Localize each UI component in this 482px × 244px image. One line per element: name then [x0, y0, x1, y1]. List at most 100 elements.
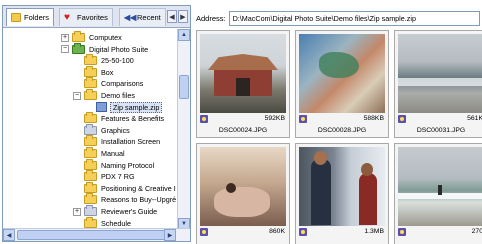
tree-horizontal-scrollbar[interactable]: ◀ ▶ — [3, 228, 190, 241]
tree-item[interactable]: Manual — [73, 147, 125, 159]
folder-icon — [84, 181, 97, 193]
collapse-icon[interactable]: − — [61, 45, 69, 54]
tree-item-label: Box — [101, 67, 114, 77]
tree-item[interactable]: Zip sample.zip — [85, 101, 163, 113]
tab-folders-label: Folders — [24, 13, 50, 22]
photo-thumbnail — [200, 34, 286, 113]
thumbnail-card[interactable]: 860K — [196, 143, 290, 244]
photo-thumbnail — [299, 147, 385, 226]
tree-item[interactable]: + Computex — [61, 31, 122, 43]
thumbnail-meta: 588KB — [296, 115, 388, 125]
tree-vertical-scrollbar[interactable]: ▲ ▼ — [177, 29, 190, 230]
folder-icon — [84, 158, 97, 170]
tree-item-label: Graphics — [101, 125, 130, 135]
file-name: DSC00028.JPG — [317, 127, 367, 134]
tree-item[interactable]: − Demo files — [73, 89, 135, 101]
tree-item-label: Computex — [89, 33, 122, 42]
tree-item-label: Schedule — [101, 218, 131, 228]
tree-item-label: Installation Screen — [101, 137, 161, 147]
folder-icon — [72, 31, 85, 42]
file-size: 270 — [471, 228, 482, 235]
thumbnail-meta: 561K — [395, 115, 482, 125]
image-type-icon — [299, 115, 307, 123]
photo-thumbnail — [299, 34, 385, 113]
tree-item[interactable]: Comparisons — [73, 77, 144, 89]
thumbnail-card[interactable]: 592KB DSC00024.JPG — [196, 30, 290, 138]
folder-tree: + Computex − Digital Photo Suite 25-50-100 Bo… — [3, 29, 179, 230]
thumbnail-card[interactable]: 1.3MB — [295, 143, 389, 244]
heart-icon: ♥ — [64, 12, 70, 23]
file-size: 592KB — [264, 115, 285, 122]
image-type-icon — [398, 228, 406, 236]
tree-item[interactable]: Reasons to Buy--Upgré — [73, 193, 177, 205]
file-name: DSC00024.JPG — [218, 127, 268, 134]
folder-icon — [84, 112, 97, 124]
tree-item-label: Digital Photo Suite — [89, 44, 149, 54]
tree-item-label: Features & Benefits — [101, 114, 165, 124]
folder-icon — [84, 65, 97, 77]
thumbnail-grid: 592KB DSC00024.JPG 588KB DSC00028.JPG 561K DS… — [196, 30, 482, 244]
tree-item-label: Naming Protocol — [101, 160, 155, 170]
tree-item-label: Comparisons — [101, 79, 144, 89]
tree-item[interactable]: 25-50-100 — [73, 54, 134, 66]
address-bar: Address: D:\MacCom\Digital Photo Suite\D… — [196, 10, 480, 26]
image-type-icon — [200, 228, 208, 236]
scroll-right-button[interactable]: ▶ — [164, 229, 176, 241]
tab-folders[interactable]: Folders — [6, 8, 55, 26]
collapse-icon[interactable]: − — [73, 91, 81, 100]
folder-icon — [72, 42, 85, 54]
tree-item-label: PDX 7 RG — [101, 172, 135, 182]
file-size: 561K — [467, 115, 482, 122]
tree-item-label: Zip sample.zip — [110, 101, 163, 113]
folder-icon — [84, 135, 97, 147]
file-size: 860K — [269, 228, 285, 235]
folder-icon — [84, 193, 97, 205]
tab-scroll-buttons: ◀ ▶ — [167, 10, 188, 23]
folder-pane: Folders ♥ Favorites ◀◀ Recent ◀ ▶ + Compu… — [2, 5, 191, 242]
scroll-left-button[interactable]: ◀ — [3, 229, 15, 241]
tree-item[interactable]: PDX 7 RG — [73, 170, 135, 182]
photo-thumbnail — [200, 147, 286, 226]
tree-item[interactable]: Naming Protocol — [73, 158, 155, 171]
thumbnail-meta: 1.3MB — [296, 228, 388, 238]
tree-item-label: Positioning & Creative I — [101, 183, 176, 193]
expand-icon[interactable]: + — [73, 207, 81, 216]
tab-favorites[interactable]: ♥ Favorites — [59, 8, 113, 26]
thumbnail-card[interactable]: 270 — [394, 143, 482, 244]
tree-item[interactable]: Graphics — [73, 123, 130, 136]
folder-icon — [84, 216, 97, 228]
zip-file-icon — [96, 102, 107, 113]
thumbnail-card[interactable]: 588KB DSC00028.JPG — [295, 30, 389, 138]
address-input[interactable]: D:\MacCom\Digital Photo Suite\Demo files… — [228, 10, 480, 26]
photo-thumbnail — [398, 147, 482, 226]
tree-item[interactable]: − Digital Photo Suite — [61, 42, 149, 55]
pane-tabs: Folders ♥ Favorites ◀◀ Recent ◀ ▶ — [3, 6, 190, 28]
tree-item[interactable]: Schedule — [73, 216, 131, 229]
address-label: Address: — [196, 13, 226, 23]
thumbnail-meta: 592KB — [197, 115, 289, 125]
tree-item[interactable]: Box — [73, 65, 114, 78]
file-size: 1.3MB — [364, 228, 384, 235]
tree-item[interactable]: + Reviewer's Guide — [73, 205, 158, 217]
tab-scroll-right-button[interactable]: ▶ — [178, 10, 188, 23]
hscroll-thumb[interactable] — [17, 230, 167, 240]
tab-recent-label: Recent — [137, 13, 161, 22]
tree-item-label: Reasons to Buy--Upgré — [101, 195, 177, 205]
tree-item[interactable]: Installation Screen — [73, 135, 161, 147]
file-size: 588KB — [363, 115, 384, 122]
tree-item[interactable]: Positioning & Creative I — [73, 181, 176, 194]
folder-icon — [84, 54, 97, 66]
tab-scroll-left-button[interactable]: ◀ — [167, 10, 177, 23]
file-name: DSC00031.JPG — [416, 127, 466, 134]
tree-item-label: Demo files — [101, 91, 135, 100]
thumbnail-card[interactable]: 561K DSC00031.JPG — [394, 30, 482, 138]
scroll-thumb[interactable] — [179, 75, 189, 99]
tab-recent[interactable]: ◀◀ Recent — [119, 8, 166, 26]
tree-item[interactable]: Features & Benefits — [73, 112, 165, 124]
scroll-up-button[interactable]: ▲ — [178, 29, 190, 41]
folder-icon — [84, 77, 97, 89]
folder-icon — [84, 123, 97, 135]
expand-icon[interactable]: + — [61, 33, 69, 42]
tree-item-label: Reviewer's Guide — [101, 207, 158, 216]
folder-icon — [84, 147, 97, 158]
